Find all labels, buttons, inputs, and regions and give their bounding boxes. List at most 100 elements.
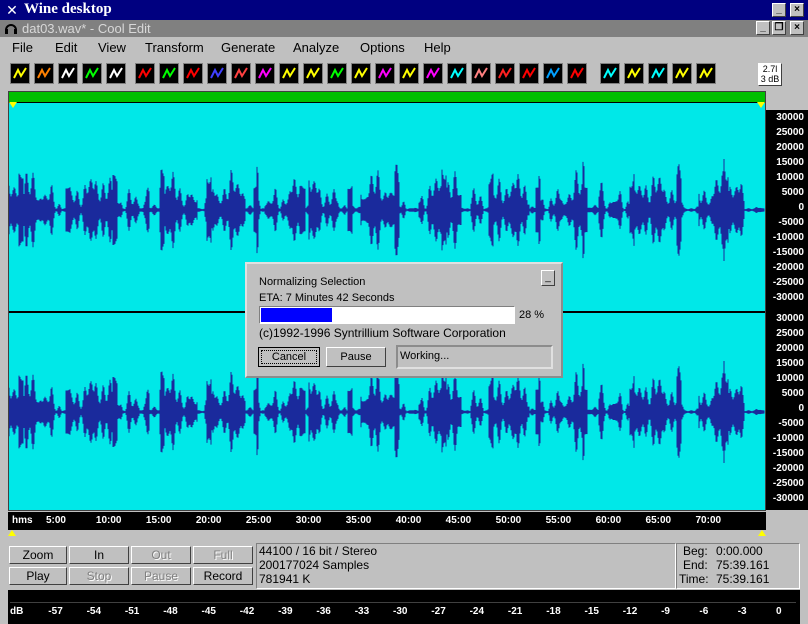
rewind-icon: [138, 67, 152, 79]
meter-db-label: -18: [546, 606, 561, 617]
meter-db-label: -12: [622, 606, 638, 617]
copyright-text: (c)1992-1996 Syntrillium Software Corpor…: [259, 326, 506, 340]
menu-help[interactable]: Help: [424, 40, 451, 55]
stop-button[interactable]: Stop: [69, 567, 129, 585]
filter-icon-button[interactable]: [399, 63, 419, 84]
ruler-start-marker[interactable]: [8, 530, 16, 536]
selection-end-marker[interactable]: [757, 102, 765, 108]
draw-tool-icon-button[interactable]: [10, 63, 30, 84]
stopwatch-icon: [354, 67, 368, 79]
noise-icon-button[interactable]: [447, 63, 467, 84]
menu-analyze[interactable]: Analyze: [293, 40, 339, 55]
zoom-in-button[interactable]: In: [69, 546, 129, 564]
pause-button[interactable]: Pause: [131, 567, 191, 585]
wine-close-icon[interactable]: ✕: [4, 2, 20, 18]
echo-icon-button[interactable]: [375, 63, 395, 84]
desktop-close-button[interactable]: ×: [790, 3, 804, 17]
amplitude-tick: -20000: [772, 463, 804, 474]
menu-edit[interactable]: Edit: [55, 40, 77, 55]
left-channel-waveform[interactable]: [9, 159, 765, 261]
mix-icon-button[interactable]: [159, 63, 179, 84]
amplitude-tick: -30000: [772, 493, 804, 504]
menu-transform[interactable]: Transform: [145, 40, 204, 55]
app-minimize-button[interactable]: _: [756, 21, 770, 35]
meter-db-label: -36: [316, 606, 331, 617]
menu-generate[interactable]: Generate: [221, 40, 275, 55]
bars-icon-button[interactable]: [648, 63, 668, 84]
amplitude-tick: 20000: [776, 343, 804, 354]
headphones-icon: [109, 67, 123, 79]
zoom-out-button[interactable]: Out: [131, 546, 191, 564]
menu-options[interactable]: Options: [360, 40, 405, 55]
time-tick-label: 55:00: [545, 515, 572, 526]
amplify-icon-button[interactable]: [471, 63, 491, 84]
spectrum-icon: [426, 67, 440, 79]
begin-time: 0:00.000: [716, 544, 763, 558]
headphones-icon-button[interactable]: [106, 63, 126, 84]
dialog-minimize-button[interactable]: _: [541, 270, 555, 286]
dialog-pause-button[interactable]: Pause: [326, 347, 386, 367]
time-tick-label: 5:00: [45, 515, 66, 526]
music-note-icon-button[interactable]: [207, 63, 227, 84]
zoom-full-button[interactable]: Full: [193, 546, 253, 564]
app-restore-button[interactable]: ❐: [772, 21, 786, 35]
equalizer-icon-button[interactable]: [327, 63, 347, 84]
resample-icon-button[interactable]: [255, 63, 275, 84]
level-readout[interactable]: 2.7l 3 dB: [758, 63, 782, 86]
current-time: 75:39.161: [716, 572, 770, 586]
open-file-icon: [37, 67, 51, 79]
stretch-icon-button[interactable]: [600, 63, 620, 84]
meter-db-label: -45: [201, 606, 216, 617]
progress-fill: [261, 308, 332, 322]
selection-start-marker[interactable]: [9, 102, 17, 108]
meter-db-label: -30: [393, 606, 408, 617]
record-dot-icon: [234, 67, 248, 79]
meter-db-label: -27: [431, 606, 446, 617]
spectrum-icon-button[interactable]: [423, 63, 443, 84]
desktop-minimize-button[interactable]: _: [772, 3, 786, 17]
reverse-icon-button[interactable]: [495, 63, 515, 84]
ruler-end-marker[interactable]: [758, 530, 766, 536]
record-button[interactable]: Record: [193, 567, 253, 585]
distort-icon-button[interactable]: [567, 63, 587, 84]
cancel-button[interactable]: Cancel: [258, 347, 320, 367]
left-channel-waveform-samples[interactable]: [9, 159, 765, 261]
cue-icon-button[interactable]: [82, 63, 102, 84]
selection-bar[interactable]: [9, 92, 765, 103]
save-file-icon-button[interactable]: [58, 63, 78, 84]
resample-icon: [258, 67, 272, 79]
amplitude-tick: -30000: [772, 292, 804, 303]
rewind-icon-button[interactable]: [135, 63, 155, 84]
save-file-icon: [61, 67, 75, 79]
play-button[interactable]: Play: [9, 567, 67, 585]
flanger-icon-button[interactable]: [543, 63, 563, 84]
amplitude-tick: 25000: [776, 328, 804, 339]
record-dot-icon-button[interactable]: [231, 63, 251, 84]
loop-icon: [186, 67, 200, 79]
desktop-title: Wine desktop: [24, 1, 112, 17]
open-file-icon-button[interactable]: [34, 63, 54, 84]
time-tick-label: 30:00: [295, 515, 322, 526]
stopwatch-icon-button[interactable]: [351, 63, 371, 84]
invert-icon-button[interactable]: [519, 63, 539, 84]
loop-icon-button[interactable]: [183, 63, 203, 84]
menu-view[interactable]: View: [98, 40, 126, 55]
flanger-icon: [546, 67, 560, 79]
normalize-progress-dialog: Normalizing Selection _ ETA: 7 Minutes 4…: [245, 262, 563, 378]
envelope-icon-button[interactable]: [303, 63, 323, 84]
cursor-icon-button[interactable]: [624, 63, 644, 84]
desktop-title-bar: ✕ Wine desktop _ ×: [0, 0, 808, 20]
insert-icon-button[interactable]: [279, 63, 299, 84]
app-close-button[interactable]: ×: [790, 21, 804, 35]
meter-db-label: -39: [278, 606, 293, 617]
zoom-button[interactable]: Zoom: [9, 546, 67, 564]
graph-icon: [675, 67, 689, 79]
stretch-icon: [603, 67, 617, 79]
headphones-icon: [4, 21, 18, 35]
waveform-icon-button[interactable]: [696, 63, 716, 84]
graph-icon-button[interactable]: [672, 63, 692, 84]
time-unit-label: hms: [12, 515, 33, 526]
cursor-icon: [627, 67, 641, 79]
menu-file[interactable]: File: [12, 40, 33, 55]
end-time: 75:39.161: [716, 558, 770, 572]
